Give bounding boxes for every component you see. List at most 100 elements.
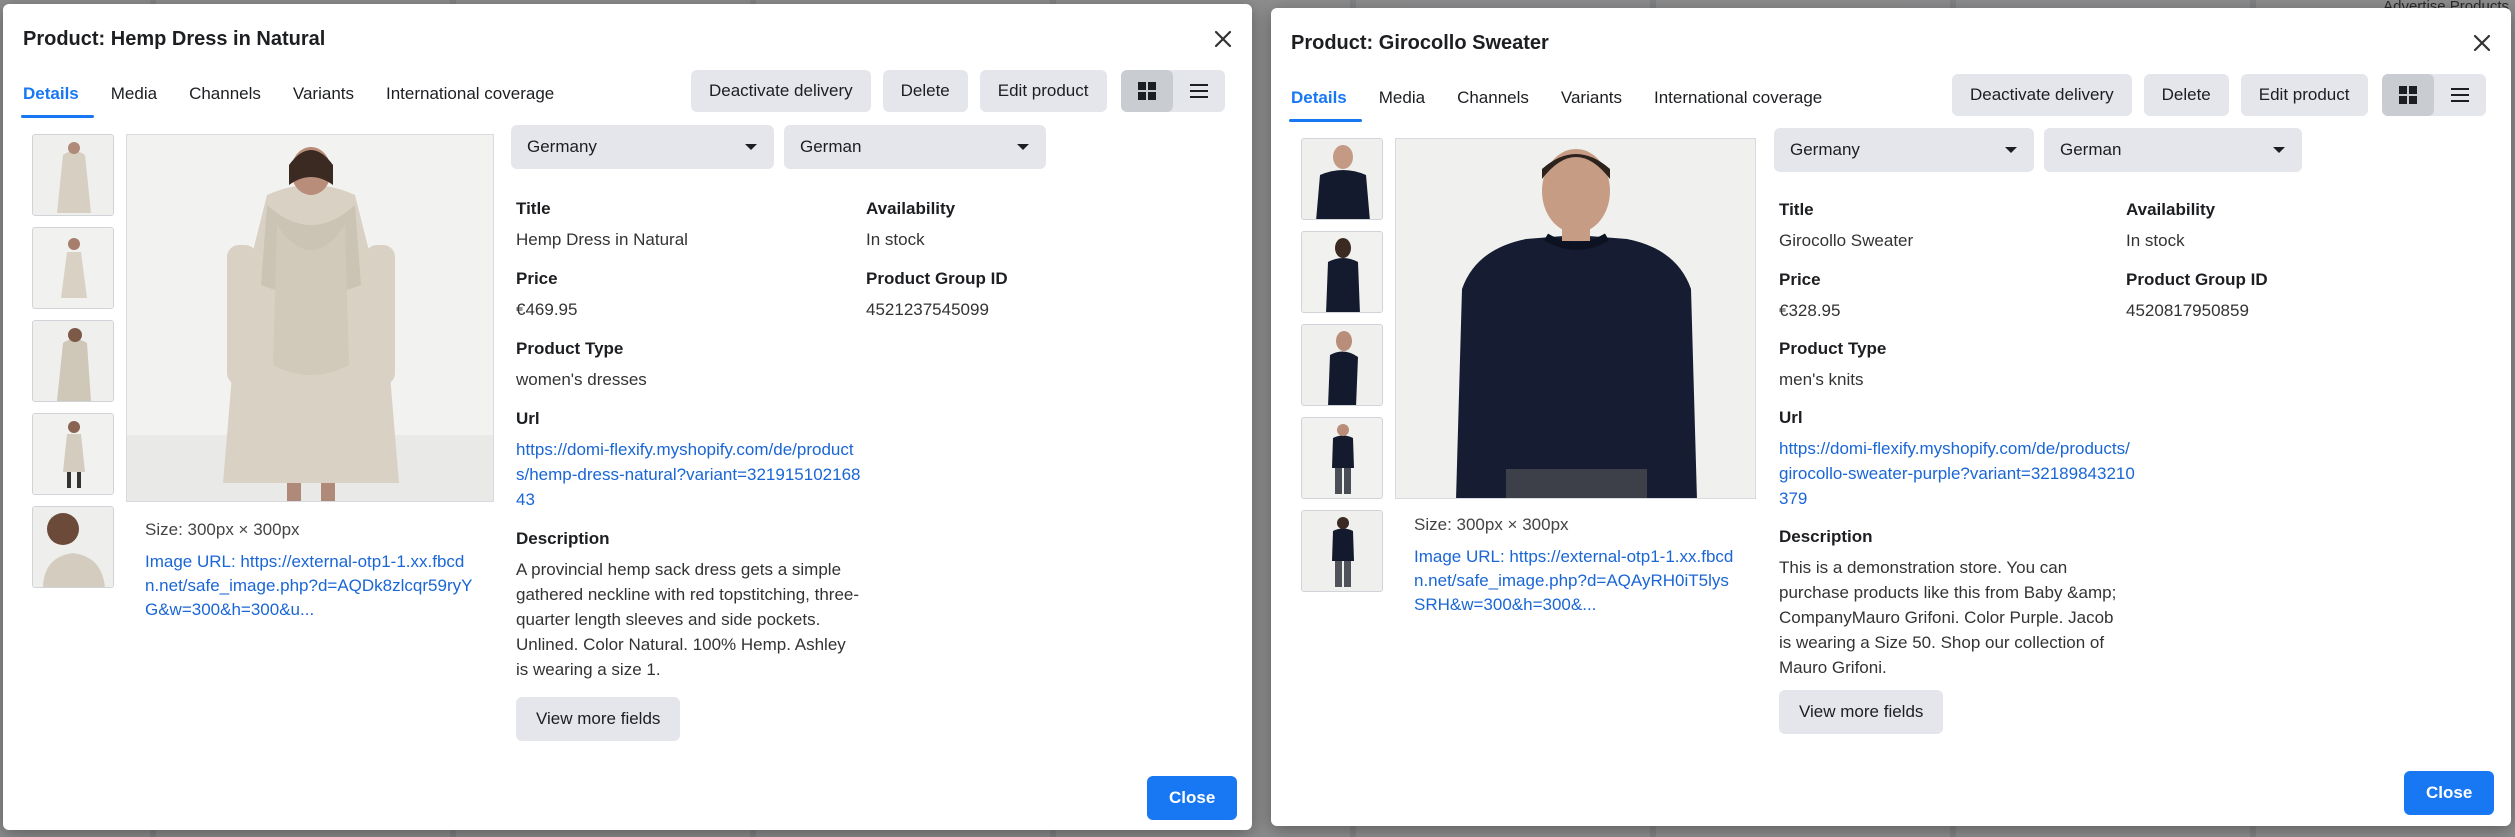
view-more-fields-button[interactable]: View more fields	[1779, 690, 1944, 734]
field-product-type: Product Type men's knits	[1779, 339, 1886, 392]
tab-international-coverage[interactable]: International coverage	[1653, 82, 1823, 122]
field-availability-value: In stock	[2126, 231, 2185, 250]
thumbnail-list	[32, 134, 114, 588]
toolbar: Deactivate delivery Delete Edit product	[1952, 74, 2486, 116]
country-select-value: Germany	[1790, 140, 1860, 159]
thumbnail-4[interactable]	[1301, 417, 1383, 499]
toolbar: Deactivate delivery Delete Edit product	[691, 70, 1225, 112]
field-url: Url https://domi-flexify.myshopify.com/d…	[1779, 408, 2139, 511]
locale-selectors: Germany German	[511, 125, 1046, 169]
caret-down-icon	[2273, 147, 2285, 153]
field-price-label: Price	[1779, 270, 1821, 289]
field-url: Url https://domi-flexify.myshopify.com/d…	[516, 409, 861, 512]
field-type-label: Product Type	[516, 339, 624, 358]
thumbnail-5[interactable]	[32, 506, 114, 588]
field-title: Title Girocollo Sweater	[1779, 200, 1913, 253]
product-main-image	[1395, 138, 1756, 499]
tab-international-coverage[interactable]: International coverage	[385, 78, 555, 118]
language-select-value: German	[2060, 140, 2122, 159]
delete-button[interactable]: Delete	[882, 70, 968, 112]
modal-title: Product: Girocollo Sweater	[1291, 32, 1549, 54]
tab-bar: Details Media Channels Variants Internat…	[21, 78, 585, 118]
field-group-id-label: Product Group ID	[866, 269, 1008, 288]
close-icon[interactable]	[2467, 28, 2497, 58]
tab-channels[interactable]: Channels	[1456, 82, 1530, 122]
language-select[interactable]: German	[784, 125, 1046, 169]
deactivate-delivery-button[interactable]: Deactivate delivery	[691, 70, 871, 112]
grid-view-icon[interactable]	[2381, 74, 2434, 116]
tab-media[interactable]: Media	[110, 78, 158, 118]
thumbnail-2[interactable]	[32, 227, 114, 309]
field-title-label: Title	[1779, 200, 1814, 219]
view-toggle	[2381, 74, 2486, 116]
caret-down-icon	[1017, 144, 1029, 150]
image-info: Size: 300px × 300px Image URL: https://e…	[1414, 513, 1736, 617]
edit-product-button[interactable]: Edit product	[979, 70, 1107, 112]
thumbnail-1[interactable]	[32, 134, 114, 216]
field-description-value: A provincial hemp sack dress gets a simp…	[516, 560, 860, 679]
image-size: Size: 300px × 300px	[145, 520, 300, 539]
list-view-icon[interactable]	[2434, 74, 2486, 116]
tab-bar: Details Media Channels Variants Internat…	[1289, 82, 1853, 122]
language-select[interactable]: German	[2044, 128, 2302, 172]
field-url-label: Url	[1779, 408, 1803, 427]
modal-title: Product: Hemp Dress in Natural	[23, 28, 326, 50]
field-product-group-id: Product Group ID 4520817950859	[2126, 270, 2268, 323]
language-select-value: German	[800, 137, 862, 156]
country-select[interactable]: Germany	[1774, 128, 2034, 172]
field-availability: Availability In stock	[2126, 200, 2215, 253]
delete-button[interactable]: Delete	[2143, 74, 2229, 116]
product-url-link[interactable]: https://domi-flexify.myshopify.com/de/pr…	[516, 437, 861, 512]
tab-details[interactable]: Details	[1289, 82, 1362, 122]
list-view-icon[interactable]	[1173, 70, 1225, 112]
field-price-value: €328.95	[1779, 301, 1841, 320]
field-title-label: Title	[516, 199, 551, 218]
edit-product-button[interactable]: Edit product	[2240, 74, 2368, 116]
image-url-link[interactable]: Image URL: https://external-otp1-1.xx.fb…	[145, 550, 475, 622]
field-availability-label: Availability	[2126, 200, 2216, 219]
tab-variants[interactable]: Variants	[1560, 82, 1623, 122]
field-description-label: Description	[516, 529, 610, 548]
image-info: Size: 300px × 300px Image URL: https://e…	[145, 518, 475, 622]
image-size: Size: 300px × 300px	[1414, 515, 1569, 534]
thumbnail-4[interactable]	[32, 413, 114, 495]
deactivate-delivery-button[interactable]: Deactivate delivery	[1952, 74, 2132, 116]
product-modal-girocollo-sweater: Product: Girocollo Sweater Details Media…	[1271, 8, 2511, 826]
field-type-label: Product Type	[1779, 339, 1887, 358]
view-toggle	[1120, 70, 1225, 112]
tab-channels[interactable]: Channels	[188, 78, 262, 118]
tab-details[interactable]: Details	[21, 78, 94, 118]
field-group-id-value: 4520817950859	[2126, 301, 2249, 320]
caret-down-icon	[2005, 147, 2017, 153]
thumbnail-5[interactable]	[1301, 510, 1383, 592]
thumbnail-3[interactable]	[1301, 324, 1383, 406]
field-group-id-label: Product Group ID	[2126, 270, 2268, 289]
field-price: Price €469.95	[516, 269, 577, 322]
thumbnail-2[interactable]	[1301, 231, 1383, 313]
thumbnail-1[interactable]	[1301, 138, 1383, 220]
close-button[interactable]: Close	[1147, 776, 1238, 820]
field-availability: Availability In stock	[866, 199, 955, 252]
field-product-group-id: Product Group ID 4521237545099	[866, 269, 1008, 322]
view-more-fields-button[interactable]: View more fields	[516, 697, 681, 741]
field-description-value: This is a demonstration store. You can p…	[1779, 558, 2117, 677]
close-button[interactable]: Close	[2404, 771, 2495, 815]
field-availability-label: Availability	[866, 199, 956, 218]
field-type-value: men's knits	[1779, 370, 1864, 389]
field-product-type: Product Type women's dresses	[516, 339, 647, 392]
caret-down-icon	[745, 144, 757, 150]
tab-media[interactable]: Media	[1378, 82, 1426, 122]
field-description: Description This is a demonstration stor…	[1779, 527, 2124, 680]
field-url-label: Url	[516, 409, 540, 428]
field-type-value: women's dresses	[516, 370, 647, 389]
close-icon[interactable]	[1208, 24, 1238, 54]
product-modal-hemp-dress: Product: Hemp Dress in Natural Details M…	[3, 4, 1252, 830]
grid-view-icon[interactable]	[1120, 70, 1173, 112]
field-price-label: Price	[516, 269, 558, 288]
image-url-link[interactable]: Image URL: https://external-otp1-1.xx.fb…	[1414, 545, 1736, 617]
field-description-label: Description	[1779, 527, 1873, 546]
product-url-link[interactable]: https://domi-flexify.myshopify.com/de/pr…	[1779, 436, 2139, 511]
tab-variants[interactable]: Variants	[292, 78, 355, 118]
thumbnail-3[interactable]	[32, 320, 114, 402]
country-select[interactable]: Germany	[511, 125, 774, 169]
